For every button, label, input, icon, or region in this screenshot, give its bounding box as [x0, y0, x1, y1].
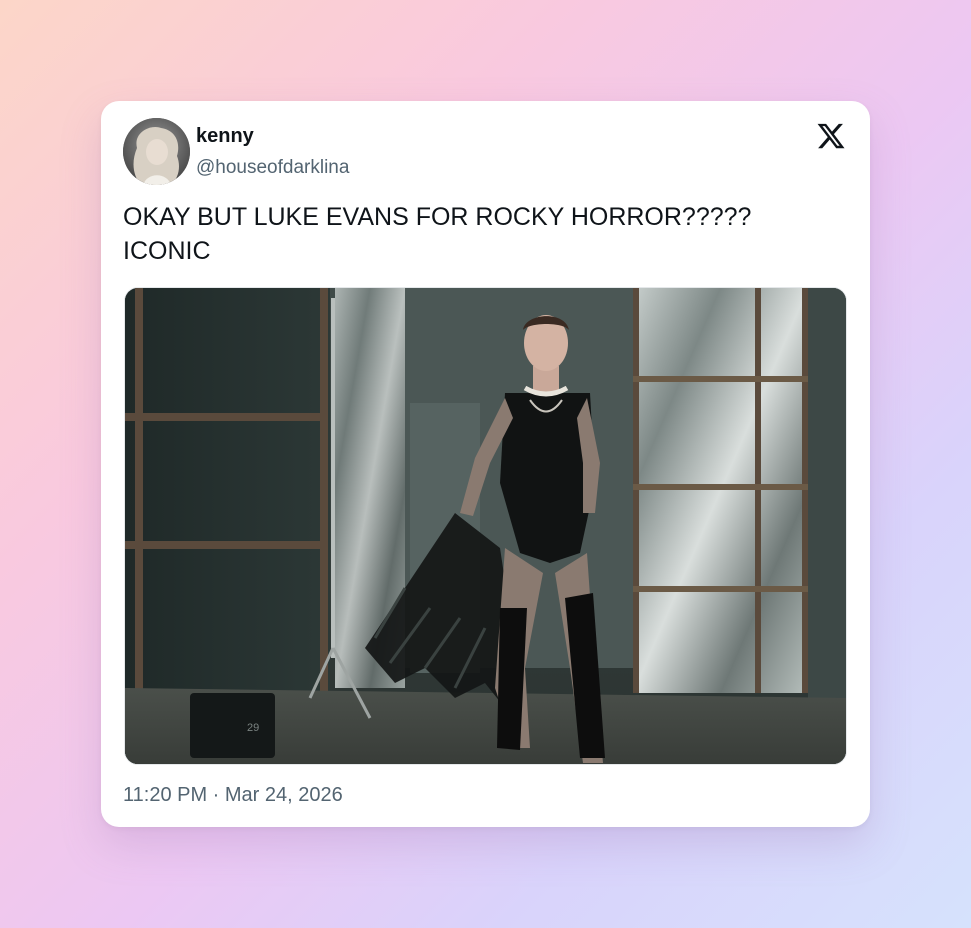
tweet-text: OKAY BUT LUKE EVANS FOR ROCKY HORROR????… [123, 203, 752, 265]
user-handle[interactable]: @houseofdarklina [196, 157, 349, 179]
tweet-timestamp[interactable]: 11:20 PM · Mar 24, 2026 [123, 784, 343, 807]
avatar[interactable] [123, 118, 190, 185]
tweet-photo[interactable]: 29 [124, 287, 847, 765]
photo-image: 29 [125, 288, 846, 764]
avatar-image [123, 118, 190, 185]
tweet-card: kenny @houseofdarklina OKAY BUT LUKE EVA… [101, 101, 870, 827]
display-name[interactable]: kenny [196, 125, 254, 148]
x-logo-icon[interactable] [816, 121, 846, 151]
svg-text:29: 29 [247, 722, 259, 734]
